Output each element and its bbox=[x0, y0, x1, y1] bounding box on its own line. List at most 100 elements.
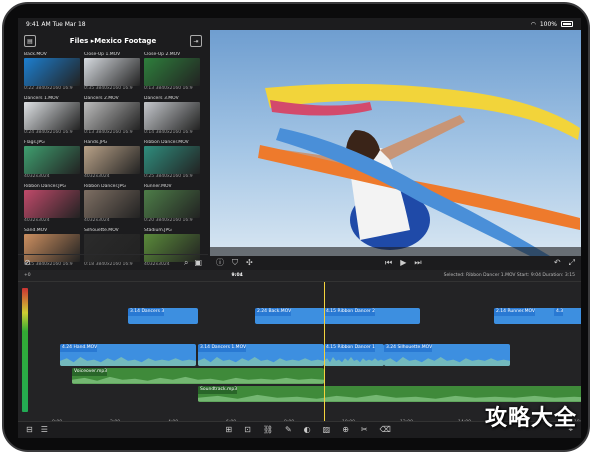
transform-icon[interactable]: ✣ bbox=[246, 259, 253, 267]
clip-label: 4.15 Ribbon Dancer 2 bbox=[324, 308, 376, 316]
battery-icon bbox=[561, 21, 573, 27]
media-item[interactable]: Close-Up 2.MOV 0:13 3840x2160 16:9 bbox=[144, 52, 200, 93]
media-item[interactable]: Dancers 3.MOV 0:14 3840x2160 16:9 bbox=[144, 96, 200, 137]
media-thumbnail bbox=[24, 190, 80, 218]
media-thumbnail bbox=[84, 146, 140, 174]
split-icon[interactable]: ✂ bbox=[361, 426, 368, 434]
import-icon[interactable]: ⇥ bbox=[189, 35, 202, 47]
media-thumbnail bbox=[84, 58, 140, 86]
next-frame-icon[interactable]: ⏭ bbox=[414, 259, 421, 267]
crop-icon[interactable]: ⊡ bbox=[244, 426, 251, 434]
media-item[interactable]: Runner.MOV 0:20 3840x2160 16:9 bbox=[144, 184, 200, 225]
undo-icon[interactable]: ↶ bbox=[554, 259, 561, 267]
media-item-meta: 4032x3024 bbox=[24, 218, 50, 223]
waveform bbox=[198, 356, 324, 366]
media-thumbnail bbox=[24, 102, 80, 130]
status-time: 9:41 AM Tue Mar 18 bbox=[26, 20, 86, 28]
waveform bbox=[60, 356, 196, 366]
clip-label: 4.24 Hand.MOV bbox=[60, 344, 98, 352]
video-clip[interactable]: 4.24 Hand.MOV bbox=[60, 344, 196, 366]
waveform bbox=[384, 356, 510, 366]
media-item-meta: 0:22 3840x2160 16:9 bbox=[24, 86, 73, 91]
ribbon-dancer-frame bbox=[258, 83, 580, 256]
media-item-meta: 4032x3024 bbox=[24, 174, 50, 179]
media-item-meta: 4032x3024 bbox=[84, 174, 110, 179]
browser-title: Files ▸Mexico Footage bbox=[69, 37, 157, 45]
media-thumbnail bbox=[84, 102, 140, 130]
pencil-icon[interactable]: ✎ bbox=[285, 426, 292, 434]
audio-meter bbox=[22, 288, 28, 412]
photo-icon[interactable]: ▨ bbox=[323, 426, 331, 434]
add-icon[interactable]: ⊕ bbox=[342, 426, 349, 434]
media-item[interactable]: Ribbon Dancer.MOV 0:25 3840x2160 16:9 bbox=[144, 140, 200, 181]
video-clip[interactable]: 3.14 Dancers 1.MOV bbox=[198, 344, 324, 366]
video-clip[interactable]: 4.15 Ribbon Dancer 2 bbox=[324, 308, 420, 324]
media-item-meta: 0:13 3840x2160 16:9 bbox=[144, 86, 193, 91]
video-clip[interactable]: 3.14 Dancers 3 bbox=[128, 308, 198, 324]
media-item[interactable]: Close-Up 1.MOV 0:35 3840x2160 16:9 bbox=[84, 52, 140, 93]
media-item[interactable]: Ribbon Dancer.JPG 4032x3024 bbox=[24, 184, 80, 225]
media-thumbnail bbox=[84, 190, 140, 218]
delete-icon[interactable]: ⌫ bbox=[380, 426, 391, 434]
clip-label: 3.14 Dancers 3 bbox=[128, 308, 165, 316]
color-icon[interactable]: ◐ bbox=[304, 426, 311, 434]
add-title-icon[interactable]: ⊞ bbox=[225, 426, 232, 434]
clip-label: 2.24 Back.MOV bbox=[255, 308, 292, 316]
media-item[interactable]: Dancers 1.MOV 0:24 3840x2160 16:9 bbox=[24, 96, 80, 137]
video-clip[interactable]: 2.24 Back.MOV bbox=[255, 308, 325, 324]
media-item[interactable]: Flags.JPG 4032x3024 bbox=[24, 140, 80, 181]
media-thumbnail bbox=[144, 58, 200, 86]
filter-icon[interactable]: ⊘ bbox=[24, 258, 31, 267]
playhead-time: 9:04 bbox=[231, 273, 243, 278]
timeline-zero: +0 bbox=[24, 273, 31, 278]
media-item[interactable]: Dancers 2.MOV 0:13 3840x2160 16:9 bbox=[84, 96, 140, 137]
media-item-meta: 0:24 3840x2160 16:9 bbox=[24, 130, 73, 135]
clip-label: Soundtrack.mp3 bbox=[198, 386, 238, 394]
battery-percent: 100% bbox=[539, 20, 557, 28]
media-item[interactable]: Hands.JPG 4032x3024 bbox=[84, 140, 140, 181]
audio-clip[interactable]: Voiceover.mp3 bbox=[72, 368, 324, 384]
media-thumbnail bbox=[144, 146, 200, 174]
clip-label: Voiceover.mp3 bbox=[72, 368, 108, 376]
clip-label: 4.3 bbox=[554, 308, 564, 316]
previous-frame-icon[interactable]: ⏮ bbox=[385, 259, 392, 267]
media-item-meta: 0:35 3840x2160 16:9 bbox=[84, 86, 133, 91]
video-clip[interactable]: 4.3 bbox=[554, 308, 581, 324]
media-browser: ▤ Files ▸Mexico Footage ⇥ Back.MOV 0:22 … bbox=[18, 30, 208, 270]
fullscreen-icon[interactable]: ⤢ bbox=[569, 259, 575, 267]
media-grid: Back.MOV 0:22 3840x2160 16:9 Close-Up 1.M… bbox=[18, 52, 208, 269]
screen: 9:41 AM Tue Mar 18 ◠ 100% ▤ Files ▸Mexico… bbox=[18, 18, 581, 438]
video-viewer[interactable] bbox=[210, 30, 581, 256]
media-item-meta: 0:20 3840x2160 16:9 bbox=[144, 218, 193, 223]
browser-sidebar-icon[interactable]: ▤ bbox=[24, 35, 36, 47]
media-thumbnail bbox=[24, 146, 80, 174]
layers-icon[interactable]: ☰ bbox=[41, 426, 48, 434]
clip-label: 4.15 Ribbon Dancer 1 bbox=[324, 344, 376, 352]
link-icon[interactable]: ⛓ bbox=[263, 426, 273, 434]
clip-label: 3.24 Silhouette.MOV bbox=[384, 344, 433, 352]
play-icon[interactable]: ▶ bbox=[400, 259, 406, 267]
select-icon[interactable]: ▣ bbox=[194, 258, 202, 267]
waveform bbox=[72, 377, 324, 384]
search-icon[interactable]: ⌕ bbox=[184, 258, 188, 267]
clip-label: 2.14 Runner.MOV bbox=[494, 308, 535, 316]
precision-icon[interactable]: ⊟ bbox=[26, 426, 33, 434]
wifi-icon: ◠ bbox=[530, 20, 536, 28]
media-item[interactable]: Back.MOV 0:22 3840x2160 16:9 bbox=[24, 52, 80, 93]
viewer-scrubber[interactable] bbox=[210, 247, 581, 256]
marker-icon[interactable]: ⛉ bbox=[232, 259, 238, 267]
media-thumbnail bbox=[144, 102, 200, 130]
waveform bbox=[324, 356, 384, 366]
media-item[interactable]: Ribbon Dancer.JPG 4032x3024 bbox=[84, 184, 140, 225]
viewer-controls: ⓘ ⛉ ✣ ⏮ ▶ ⏭ ↶ ⤢ bbox=[210, 256, 581, 270]
playhead[interactable] bbox=[324, 282, 325, 422]
media-item-meta: 0:13 3840x2160 16:9 bbox=[84, 130, 133, 135]
video-clip[interactable]: 4.15 Ribbon Dancer 1 bbox=[324, 344, 384, 366]
video-clip[interactable]: 3.24 Silhouette.MOV bbox=[384, 344, 510, 366]
watermark: 攻略大全 bbox=[484, 406, 577, 431]
media-thumbnail bbox=[24, 58, 80, 86]
media-item-meta: 0:14 3840x2160 16:9 bbox=[144, 130, 193, 135]
info-icon[interactable]: ⓘ bbox=[216, 259, 224, 267]
media-thumbnail bbox=[144, 190, 200, 218]
media-item-meta: 4032x3024 bbox=[84, 218, 110, 223]
